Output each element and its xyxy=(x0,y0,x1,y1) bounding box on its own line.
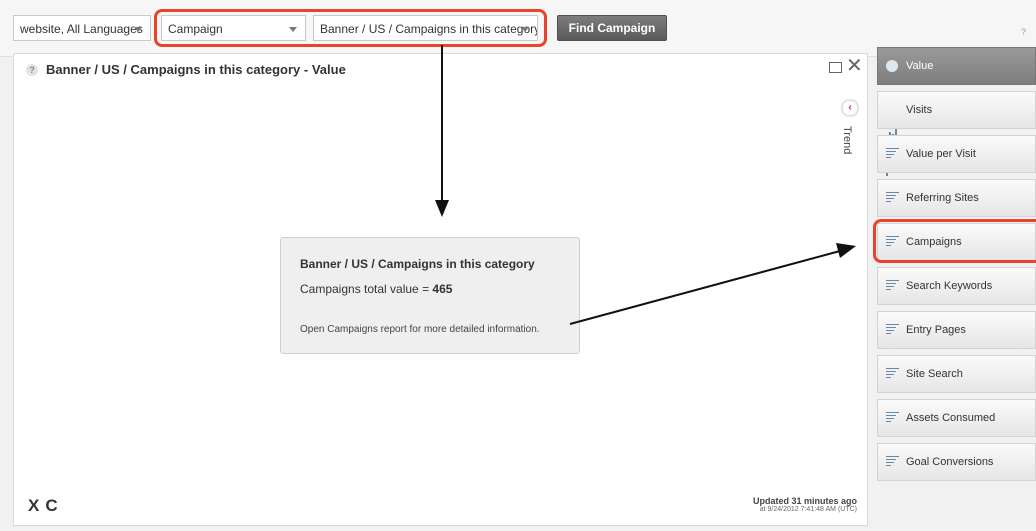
sidebar-item-label: Search Keywords xyxy=(906,280,993,292)
info-total-label: Campaigns total value = xyxy=(300,282,433,296)
sidebar-item-goal-conversions[interactable]: Goal Conversions xyxy=(877,443,1036,481)
list-icon xyxy=(886,368,900,380)
sidebar-item-label: Site Search xyxy=(906,368,963,380)
sidebar-item-search-keywords[interactable]: Search Keywords xyxy=(877,267,1036,305)
info-title: Banner / US / Campaigns in this category xyxy=(300,257,535,271)
chevron-down-icon xyxy=(134,27,142,32)
panel-title: ? Banner / US / Campaigns in this categor… xyxy=(26,62,346,77)
sidebar-item-label: Value per Visit xyxy=(906,148,976,160)
info-popup: Banner / US / Campaigns in this category… xyxy=(280,237,580,354)
list-icon xyxy=(886,192,900,204)
annotation-arrow-down xyxy=(435,45,449,217)
close-icon[interactable]: ✕ xyxy=(846,55,863,77)
panel-title-text: Banner / US / Campaigns in this category… xyxy=(46,62,346,77)
sidebar-item-label: Entry Pages xyxy=(906,324,966,336)
website-select[interactable]: website, All Languages xyxy=(13,15,151,41)
updated-timestamp: at 9/24/2012 7:41:48 AM (UTC) xyxy=(759,506,857,513)
sidebar-item-label: Referring Sites xyxy=(906,192,979,204)
list-icon xyxy=(886,456,900,468)
maximize-icon[interactable] xyxy=(829,62,842,73)
sidebar-item-visits[interactable]: Visits xyxy=(877,91,1036,176)
refresh-icon[interactable]: C xyxy=(45,496,57,515)
website-select-value: website, All Languages xyxy=(20,22,143,36)
sidebar-item-value[interactable]: Value xyxy=(877,47,1036,85)
sidebar-item-assets-consumed[interactable]: Assets Consumed xyxy=(877,399,1036,437)
chevron-left-icon[interactable]: ‹ xyxy=(842,100,858,116)
excel-export-icon[interactable]: X xyxy=(28,496,39,515)
trend-label[interactable]: Trend xyxy=(841,126,853,154)
list-icon xyxy=(886,280,900,292)
sidebar-item-entry-pages[interactable]: Entry Pages xyxy=(877,311,1036,349)
annotation-highlight-selects xyxy=(154,9,547,47)
updated-info: Updated 31 minutes ago at 9/24/2012 7:41… xyxy=(753,496,857,513)
info-total-value: 465 xyxy=(432,282,453,296)
report-panel: ? Banner / US / Campaigns in this categor… xyxy=(13,45,868,526)
sidebar-item-label: Goal Conversions xyxy=(906,456,994,468)
sidebar-item-value-per-visit[interactable]: Value per Visit xyxy=(877,135,1036,173)
help-icon[interactable]: ? xyxy=(26,64,38,76)
info-total: Campaigns total value = 465 xyxy=(300,282,452,296)
sidebar-item-label: Value xyxy=(906,60,934,72)
sidebar-item-label: Assets Consumed xyxy=(906,412,996,424)
sidebar-item-site-search[interactable]: Site Search xyxy=(877,355,1036,393)
updated-ago: Updated 31 minutes ago xyxy=(752,496,857,506)
list-icon xyxy=(886,412,900,424)
help-icon[interactable]: ? xyxy=(1021,27,1026,37)
bar-chart-icon xyxy=(886,104,900,176)
annotation-highlight-campaigns xyxy=(873,219,1036,263)
sidebar-item-label: Visits xyxy=(906,104,933,116)
pie-icon xyxy=(886,60,898,72)
open-campaigns-report-link[interactable]: Open Campaigns report for more detailed … xyxy=(300,324,540,335)
list-icon xyxy=(886,324,900,336)
find-campaign-button[interactable]: Find Campaign xyxy=(557,15,667,41)
sidebar-item-referring-sites[interactable]: Referring Sites xyxy=(877,179,1036,217)
panel-tools: XC xyxy=(28,496,64,516)
list-icon xyxy=(886,148,900,160)
